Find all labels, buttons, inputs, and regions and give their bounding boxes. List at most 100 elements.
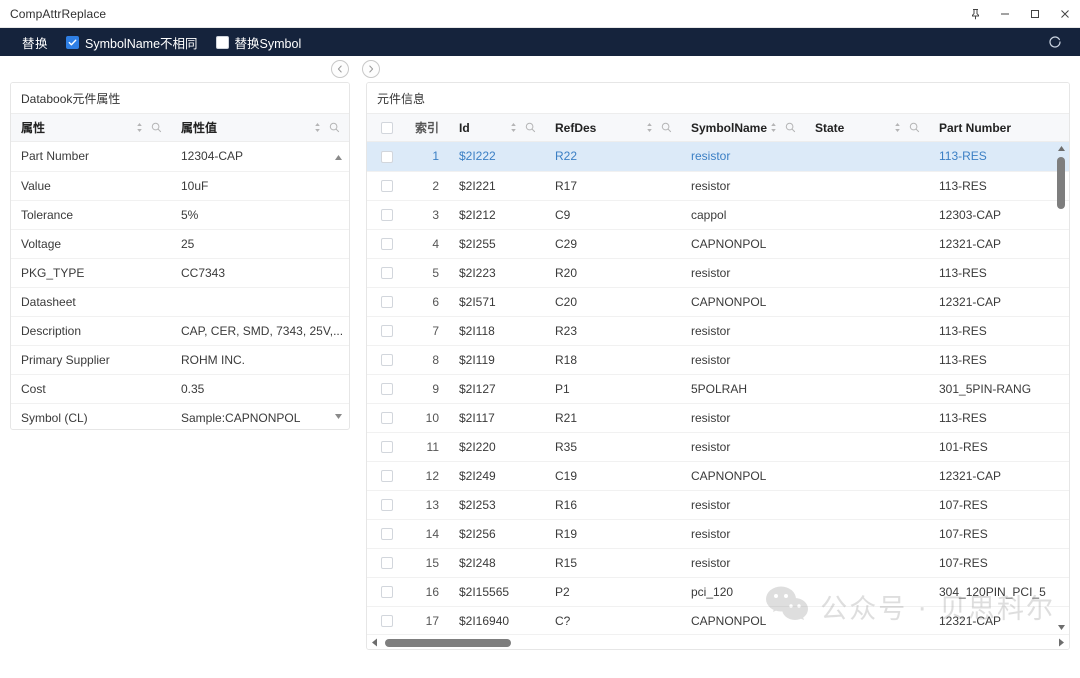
table-row[interactable]: 7$2I118R23resistor113-RES — [367, 316, 1069, 345]
row-select-cell[interactable] — [367, 403, 407, 432]
row-checkbox[interactable] — [381, 499, 393, 511]
table-row[interactable]: Datasheet — [11, 287, 349, 316]
table-row[interactable]: Symbol (CL)Sample:CAPNONPOL — [11, 403, 349, 429]
row-checkbox[interactable] — [381, 180, 393, 192]
row-select-cell[interactable] — [367, 287, 407, 316]
expand-right-button[interactable] — [362, 60, 380, 78]
row-select-cell[interactable] — [367, 258, 407, 287]
table-row[interactable]: 9$2I127P15POLRAH301_5PIN-RANG — [367, 374, 1069, 403]
scroll-left-icon[interactable] — [369, 637, 380, 648]
select-all-checkbox[interactable] — [381, 122, 393, 134]
vertical-scrollbar[interactable] — [1055, 142, 1067, 634]
table-row[interactable]: 5$2I223R20resistor113-RES — [367, 258, 1069, 287]
row-checkbox[interactable] — [381, 354, 393, 366]
row-checkbox[interactable] — [381, 209, 393, 221]
sort-icon[interactable] — [135, 122, 144, 133]
sort-icon[interactable] — [645, 122, 654, 133]
attribute-value-cell[interactable]: Sample:CAPNONPOL — [171, 403, 349, 429]
column-header-refdes[interactable]: RefDes — [545, 114, 681, 142]
search-icon[interactable] — [661, 122, 672, 133]
row-checkbox[interactable] — [381, 470, 393, 482]
horizontal-scrollbar-thumb[interactable] — [385, 639, 511, 647]
row-select-cell[interactable] — [367, 548, 407, 577]
row-checkbox[interactable] — [381, 325, 393, 337]
column-header-attribute[interactable]: 属性 — [11, 114, 171, 142]
row-select-cell[interactable] — [367, 432, 407, 461]
row-checkbox[interactable] — [381, 238, 393, 250]
row-select-cell[interactable] — [367, 316, 407, 345]
row-checkbox[interactable] — [381, 296, 393, 308]
checkbox-unchecked-icon[interactable] — [216, 36, 229, 49]
minimize-button[interactable] — [990, 0, 1020, 28]
sort-icon[interactable] — [769, 122, 778, 133]
scroll-right-icon[interactable] — [1056, 637, 1067, 648]
table-row[interactable]: 10$2I117R21resistor113-RES — [367, 403, 1069, 432]
scroll-down-icon[interactable] — [331, 409, 345, 423]
search-icon[interactable] — [329, 122, 340, 133]
table-row[interactable]: 14$2I256R19resistor107-RES — [367, 519, 1069, 548]
table-row[interactable]: Primary SupplierROHM INC. — [11, 345, 349, 374]
table-row[interactable]: 16$2I15565P2pci_120304_120PIN_PCI_5 — [367, 577, 1069, 606]
table-row[interactable]: 4$2I255C29CAPNONPOL12321-CAP — [367, 229, 1069, 258]
row-checkbox[interactable] — [381, 267, 393, 279]
scroll-up-icon[interactable] — [1056, 143, 1067, 154]
table-row[interactable]: Tolerance5% — [11, 200, 349, 229]
row-checkbox[interactable] — [381, 586, 393, 598]
table-row[interactable]: 12$2I249C19CAPNONPOL12321-CAP — [367, 461, 1069, 490]
row-select-cell[interactable] — [367, 461, 407, 490]
checkbox-replace-symbol[interactable]: 替换Symbol — [216, 33, 302, 52]
row-select-cell[interactable] — [367, 606, 407, 634]
column-header-index[interactable]: 索引 — [407, 114, 449, 142]
sort-icon[interactable] — [893, 122, 902, 133]
checkbox-symbolname-different[interactable]: SymbolName不相同 — [66, 33, 198, 52]
column-header-select-all[interactable] — [367, 114, 407, 142]
attribute-value-cell[interactable]: CC7343 — [171, 258, 349, 287]
column-header-id[interactable]: Id — [449, 114, 545, 142]
row-select-cell[interactable] — [367, 519, 407, 548]
row-checkbox[interactable] — [381, 383, 393, 395]
maximize-button[interactable] — [1020, 0, 1050, 28]
column-header-attribute-value[interactable]: 属性值 — [171, 114, 349, 142]
row-checkbox[interactable] — [381, 412, 393, 424]
row-select-cell[interactable] — [367, 142, 407, 171]
pin-icon[interactable] — [960, 0, 990, 28]
close-button[interactable] — [1050, 0, 1080, 28]
table-row[interactable]: 13$2I253R16resistor107-RES — [367, 490, 1069, 519]
attribute-value-cell[interactable]: 25 — [171, 229, 349, 258]
attribute-value-cell[interactable]: 0.35 — [171, 374, 349, 403]
column-header-part-number[interactable]: Part Number — [929, 114, 1070, 142]
search-icon[interactable] — [525, 122, 536, 133]
scroll-down-icon[interactable] — [1056, 622, 1067, 633]
row-select-cell[interactable] — [367, 171, 407, 200]
sort-icon[interactable] — [509, 122, 518, 133]
table-row[interactable]: 8$2I119R18resistor113-RES — [367, 345, 1069, 374]
search-icon[interactable] — [909, 122, 920, 133]
column-header-symbolname[interactable]: SymbolName — [681, 114, 805, 142]
row-checkbox[interactable] — [381, 151, 393, 163]
horizontal-scrollbar[interactable] — [367, 634, 1069, 649]
replace-button[interactable]: 替换 — [0, 33, 66, 52]
row-select-cell[interactable] — [367, 345, 407, 374]
row-checkbox[interactable] — [381, 528, 393, 540]
search-icon[interactable] — [151, 122, 162, 133]
column-header-state[interactable]: State — [805, 114, 929, 142]
checkbox-checked-icon[interactable] — [66, 36, 79, 49]
row-select-cell[interactable] — [367, 229, 407, 258]
row-checkbox[interactable] — [381, 557, 393, 569]
scroll-up-icon[interactable] — [331, 150, 345, 164]
row-checkbox[interactable] — [381, 615, 393, 627]
row-select-cell[interactable] — [367, 374, 407, 403]
table-row[interactable]: 6$2I571C20CAPNONPOL12321-CAP — [367, 287, 1069, 316]
collapse-left-button[interactable] — [331, 60, 349, 78]
attribute-value-cell[interactable]: 12304-CAP — [171, 142, 349, 171]
table-row[interactable]: Part Number12304-CAP — [11, 142, 349, 171]
attribute-value-cell[interactable]: 10uF — [171, 171, 349, 200]
vertical-scrollbar-thumb[interactable] — [1057, 157, 1065, 209]
row-checkbox[interactable] — [381, 441, 393, 453]
row-select-cell[interactable] — [367, 490, 407, 519]
refresh-icon[interactable] — [1044, 28, 1066, 56]
table-row[interactable]: 17$2I16940C?CAPNONPOL12321-CAP — [367, 606, 1069, 634]
attribute-value-cell[interactable]: ROHM INC. — [171, 345, 349, 374]
sort-icon[interactable] — [313, 122, 322, 133]
table-row[interactable]: PKG_TYPECC7343 — [11, 258, 349, 287]
